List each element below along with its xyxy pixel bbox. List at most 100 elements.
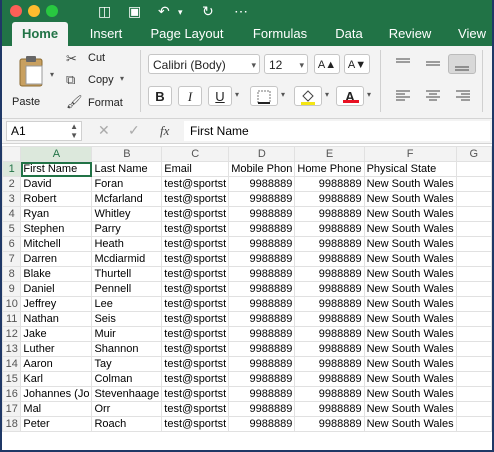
- row-header[interactable]: 7: [2, 251, 22, 267]
- cell[interactable]: [455, 326, 492, 342]
- cell[interactable]: test@sportst: [161, 371, 230, 387]
- cell[interactable]: Darren: [20, 251, 93, 267]
- cell[interactable]: 9988889: [294, 221, 365, 237]
- formula-input[interactable]: First Name: [184, 121, 490, 141]
- cell[interactable]: Thurtell: [91, 266, 163, 282]
- cell[interactable]: Daniel: [20, 281, 93, 297]
- cell[interactable]: 9988889: [228, 401, 296, 417]
- cell[interactable]: test@sportst: [161, 251, 230, 267]
- row-header[interactable]: 2: [2, 176, 22, 192]
- row-header[interactable]: 1: [2, 161, 22, 177]
- cell[interactable]: Lee: [91, 296, 163, 312]
- cell[interactable]: 9988889: [294, 176, 365, 192]
- cell[interactable]: [455, 296, 492, 312]
- align-bottom-button[interactable]: [448, 54, 476, 74]
- cell[interactable]: [455, 161, 492, 177]
- cell[interactable]: Karl: [20, 371, 93, 387]
- cell[interactable]: test@sportst: [161, 281, 230, 297]
- column-header-c[interactable]: C: [161, 146, 230, 162]
- cell[interactable]: Mobile Phon: [228, 161, 296, 177]
- column-header-g[interactable]: G: [455, 146, 492, 162]
- cell[interactable]: 9988889: [294, 251, 365, 267]
- cell[interactable]: [455, 251, 492, 267]
- cell[interactable]: 9988889: [228, 341, 296, 357]
- cell[interactable]: 9988889: [294, 191, 365, 207]
- sidebar-toggle-icon[interactable]: ◫: [98, 2, 111, 20]
- cell[interactable]: 9988889: [294, 311, 365, 327]
- cell[interactable]: test@sportst: [161, 341, 230, 357]
- cell[interactable]: test@sportst: [161, 416, 230, 432]
- cell[interactable]: Mcfarland: [91, 191, 163, 207]
- cell[interactable]: 9988889: [294, 341, 365, 357]
- cell[interactable]: Jake: [20, 326, 93, 342]
- cell[interactable]: test@sportst: [161, 176, 230, 192]
- cell[interactable]: [455, 371, 492, 387]
- cell[interactable]: 9988889: [294, 356, 365, 372]
- cell[interactable]: Nathan: [20, 311, 93, 327]
- cell[interactable]: test@sportst: [161, 356, 230, 372]
- row-header[interactable]: 11: [2, 311, 22, 327]
- cell[interactable]: New South Wales: [363, 326, 457, 342]
- cell[interactable]: Blake: [20, 266, 93, 282]
- cell[interactable]: [455, 401, 492, 417]
- cell[interactable]: 9988889: [228, 371, 296, 387]
- copy-dropdown-icon[interactable]: ▾: [120, 74, 124, 83]
- cell[interactable]: Home Phone: [294, 161, 365, 177]
- cell[interactable]: Mitchell: [20, 236, 93, 252]
- borders-button[interactable]: [250, 86, 278, 106]
- cell[interactable]: Seis: [91, 311, 163, 327]
- cell[interactable]: test@sportst: [161, 326, 230, 342]
- cell[interactable]: Colman: [91, 371, 163, 387]
- cell[interactable]: 9988889: [294, 281, 365, 297]
- cell[interactable]: David: [20, 176, 93, 192]
- cell[interactable]: New South Wales: [363, 251, 457, 267]
- undo-icon[interactable]: ↶: [158, 2, 170, 20]
- select-all-corner[interactable]: [2, 146, 22, 162]
- cell[interactable]: test@sportst: [161, 386, 230, 402]
- grow-font-button[interactable]: A▲: [314, 54, 340, 74]
- cell[interactable]: [455, 236, 492, 252]
- fill-color-button[interactable]: [294, 86, 322, 106]
- align-top-button[interactable]: [390, 54, 416, 74]
- cell[interactable]: Stephen: [20, 221, 93, 237]
- cell[interactable]: test@sportst: [161, 401, 230, 417]
- cell[interactable]: Johannes (Jo: [20, 386, 93, 402]
- font-name-select[interactable]: Calibri (Body) ▾: [148, 54, 260, 74]
- cell[interactable]: New South Wales: [363, 386, 457, 402]
- cell[interactable]: Stevenhaage: [91, 386, 163, 402]
- cell[interactable]: 9988889: [228, 221, 296, 237]
- tab-formulas[interactable]: Formulas: [242, 22, 318, 46]
- cell[interactable]: New South Wales: [363, 416, 457, 432]
- row-header[interactable]: 12: [2, 326, 22, 342]
- row-header[interactable]: 9: [2, 281, 22, 297]
- cell[interactable]: New South Wales: [363, 266, 457, 282]
- cell[interactable]: test@sportst: [161, 221, 230, 237]
- cell[interactable]: 9988889: [294, 326, 365, 342]
- maximize-window-button[interactable]: [46, 5, 58, 17]
- cell[interactable]: Tay: [91, 356, 163, 372]
- cell[interactable]: Mcdiarmid: [91, 251, 163, 267]
- cell[interactable]: New South Wales: [363, 206, 457, 222]
- row-header[interactable]: 6: [2, 236, 22, 252]
- cell[interactable]: Muir: [91, 326, 163, 342]
- customize-toolbar-icon[interactable]: ⋯: [234, 2, 248, 20]
- row-header[interactable]: 8: [2, 266, 22, 282]
- column-header-e[interactable]: E: [294, 146, 365, 162]
- cell[interactable]: 9988889: [228, 311, 296, 327]
- enter-icon[interactable]: ✓: [128, 122, 140, 139]
- paste-dropdown-icon[interactable]: ▾: [50, 70, 54, 79]
- cell[interactable]: 9988889: [294, 266, 365, 282]
- tab-data[interactable]: Data: [328, 22, 370, 46]
- cell[interactable]: New South Wales: [363, 281, 457, 297]
- cell[interactable]: Luther: [20, 341, 93, 357]
- underline-button[interactable]: U: [208, 86, 232, 106]
- cell[interactable]: Peter: [20, 416, 93, 432]
- cell[interactable]: 9988889: [294, 371, 365, 387]
- cell[interactable]: Email: [161, 161, 230, 177]
- column-header-b[interactable]: B: [91, 146, 163, 162]
- font-color-dropdown-icon[interactable]: ▾: [367, 90, 371, 99]
- cell[interactable]: [455, 191, 492, 207]
- cell[interactable]: New South Wales: [363, 341, 457, 357]
- cell[interactable]: Parry: [91, 221, 163, 237]
- cell[interactable]: 9988889: [228, 386, 296, 402]
